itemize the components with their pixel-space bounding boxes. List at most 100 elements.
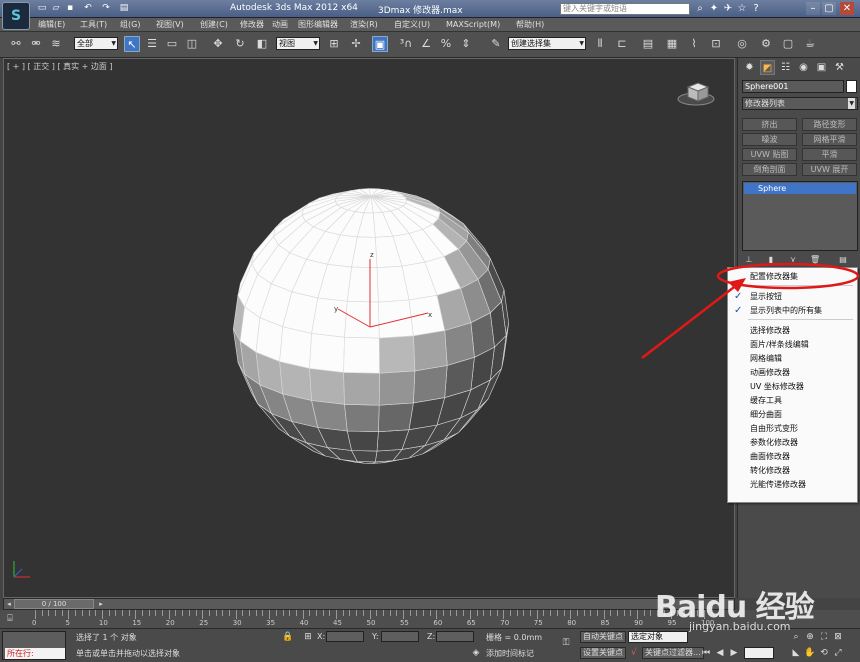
search-input[interactable]: 键入关键字或短语	[560, 3, 690, 15]
smooth-button[interactable]: 平滑	[802, 148, 857, 161]
menu-customize[interactable]: 自定义(U)	[394, 19, 430, 31]
modify-tab-icon[interactable]: ◩	[760, 60, 775, 75]
modifier-stack[interactable]: Sphere	[742, 181, 858, 251]
select-object-icon[interactable]: ↖	[124, 36, 140, 52]
select-by-name-icon[interactable]: ☰	[144, 36, 160, 52]
menu-animation[interactable]: 动画	[272, 19, 288, 31]
move-icon[interactable]: ✥	[210, 36, 226, 52]
object-color-swatch[interactable]	[846, 80, 857, 93]
current-frame-field[interactable]	[744, 647, 774, 659]
y-coord-field[interactable]	[381, 631, 419, 642]
auto-key-button[interactable]: 自动关键点	[580, 631, 626, 643]
set-key-icon[interactable]: √	[628, 647, 640, 659]
prev-frame-icon[interactable]: ◂	[4, 599, 14, 609]
menu-tools[interactable]: 工具(T)	[80, 19, 107, 31]
create-tab-icon[interactable]: ✹	[742, 60, 757, 75]
undo-icon[interactable]: ↶	[82, 3, 94, 14]
play-icon[interactable]: ▶	[728, 647, 740, 659]
context-menu-item[interactable]: ✓ 显示列表中的所有集	[728, 304, 857, 318]
close-button[interactable]: ✕	[840, 2, 854, 15]
selection-filter-dropdown[interactable]: 全部	[74, 37, 118, 50]
path-deform-button[interactable]: 路径变形	[802, 118, 857, 131]
link-icon[interactable]: ⚯	[8, 36, 24, 52]
menu-views[interactable]: 视图(V)	[156, 19, 184, 31]
show-end-result-icon[interactable]: ▮	[766, 255, 776, 265]
communication-icon[interactable]: ✈	[722, 3, 734, 15]
context-menu-item[interactable]: 面片/样条线编辑	[728, 338, 857, 352]
render-setup-icon[interactable]: ⚙	[758, 36, 774, 52]
bind-space-warp-icon[interactable]: ≋	[48, 36, 64, 52]
select-manipulate-icon[interactable]: ✢	[348, 36, 364, 52]
meshsmooth-button[interactable]: 网格平滑	[802, 133, 857, 146]
keyboard-shortcut-icon[interactable]: ▣	[372, 36, 388, 52]
layer-manager-icon[interactable]: ▤	[640, 36, 656, 52]
window-crossing-icon[interactable]: ◫	[184, 36, 200, 52]
maximize-button[interactable]: ▢	[822, 2, 836, 15]
context-menu-item[interactable]: 转化修改器	[728, 464, 857, 478]
save-file-icon[interactable]: ▪	[64, 3, 76, 14]
favorites-icon[interactable]: ☆	[736, 3, 748, 15]
make-unique-icon[interactable]: ⋎	[788, 255, 798, 265]
time-slider-thumb[interactable]: 0 / 100	[14, 599, 94, 609]
set-key-button[interactable]: 设置关键点	[580, 647, 626, 659]
bevel-profile-button[interactable]: 倒角剖面	[742, 163, 797, 176]
display-tab-icon[interactable]: ▣	[814, 60, 829, 75]
rect-selection-icon[interactable]: ▭	[164, 36, 180, 52]
render-icon[interactable]: ☕	[802, 36, 818, 52]
pivot-center-icon[interactable]: ⊞	[326, 36, 342, 52]
x-coord-field[interactable]	[326, 631, 364, 642]
edit-named-sets-icon[interactable]: ✎	[488, 36, 504, 52]
reference-coord-dropdown[interactable]: 视图	[276, 37, 320, 50]
perspective-viewport[interactable]: [ + ] [ 正交 ] [ 真实 + 边面 ] z x y	[3, 58, 735, 598]
search-icon[interactable]: ⌕	[694, 3, 706, 15]
percent-snap-icon[interactable]: %	[438, 36, 454, 52]
curve-editor-icon[interactable]: ⌇	[686, 36, 702, 52]
context-menu-item[interactable]: 光能传递修改器	[728, 478, 857, 492]
uvw-map-button[interactable]: UVW 贴图	[742, 148, 797, 161]
context-menu-item[interactable]: 动画修改器	[728, 366, 857, 380]
app-logo-icon[interactable]: S	[2, 2, 30, 30]
unlink-icon[interactable]: ⚮	[28, 36, 44, 52]
selected-objects-dropdown[interactable]: 选定对象	[628, 631, 688, 643]
maxscript-mini-listener[interactable]: 所在行:	[5, 648, 65, 659]
motion-tab-icon[interactable]: ◉	[796, 60, 811, 75]
menu-rendering[interactable]: 渲染(R)	[350, 19, 378, 31]
context-menu-item[interactable]: 参数化修改器	[728, 436, 857, 450]
viewcube-icon[interactable]	[676, 77, 716, 107]
minimize-button[interactable]: –	[806, 2, 820, 15]
scale-icon[interactable]: ◧	[254, 36, 270, 52]
pin-stack-icon[interactable]: ⊥	[744, 255, 754, 265]
menu-help[interactable]: 帮助(H)	[516, 19, 544, 31]
named-selection-dropdown[interactable]: 创建选择集	[508, 37, 586, 50]
zoom-extents-all-icon[interactable]: ⊠	[832, 631, 844, 643]
maximize-viewport-icon[interactable]: ⤢	[832, 647, 844, 659]
rendered-frame-icon[interactable]: ▢	[780, 36, 796, 52]
zoom-extents-icon[interactable]: ⛶	[818, 631, 830, 643]
object-name-field[interactable]: Sphere001	[742, 80, 844, 93]
menu-edit[interactable]: 编辑(E)	[38, 19, 65, 31]
pan-icon[interactable]: ✋	[804, 647, 816, 659]
new-file-icon[interactable]: ▭	[36, 3, 48, 14]
zoom-icon[interactable]: ⌕	[790, 631, 802, 643]
field-of-view-icon[interactable]: ◣	[790, 647, 802, 659]
prev-key-icon[interactable]: ◀	[714, 647, 726, 659]
menu-create[interactable]: 创建(C)	[200, 19, 228, 31]
context-menu-item[interactable]: 配置修改器集	[728, 270, 857, 284]
time-slider[interactable]: ◂ 0 / 100 ▸	[3, 598, 735, 610]
mirror-icon[interactable]: ⫴	[592, 36, 608, 52]
unwrap-uvw-button[interactable]: UVW 展开	[802, 163, 857, 176]
time-tag-icon[interactable]: ◈	[470, 647, 482, 659]
open-file-icon[interactable]: ▱	[50, 3, 62, 14]
key-filters-button[interactable]: 关键点过滤器...	[642, 647, 704, 659]
noise-button[interactable]: 噪波	[742, 133, 797, 146]
redo-icon[interactable]: ↷	[100, 3, 112, 14]
help-icon[interactable]: ?	[750, 3, 762, 15]
add-time-tag[interactable]: 添加时间标记	[486, 649, 534, 659]
hierarchy-tab-icon[interactable]: ☷	[778, 60, 793, 75]
mini-curve-editor-icon[interactable]: ⌸	[4, 613, 16, 625]
context-menu-item[interactable]: UV 坐标修改器	[728, 380, 857, 394]
rotate-icon[interactable]: ↻	[232, 36, 248, 52]
lock-selection-icon[interactable]: 🔒	[282, 631, 294, 643]
absolute-mode-icon[interactable]: ⊞	[302, 631, 314, 643]
menu-maxscript[interactable]: MAXScript(M)	[446, 19, 500, 31]
